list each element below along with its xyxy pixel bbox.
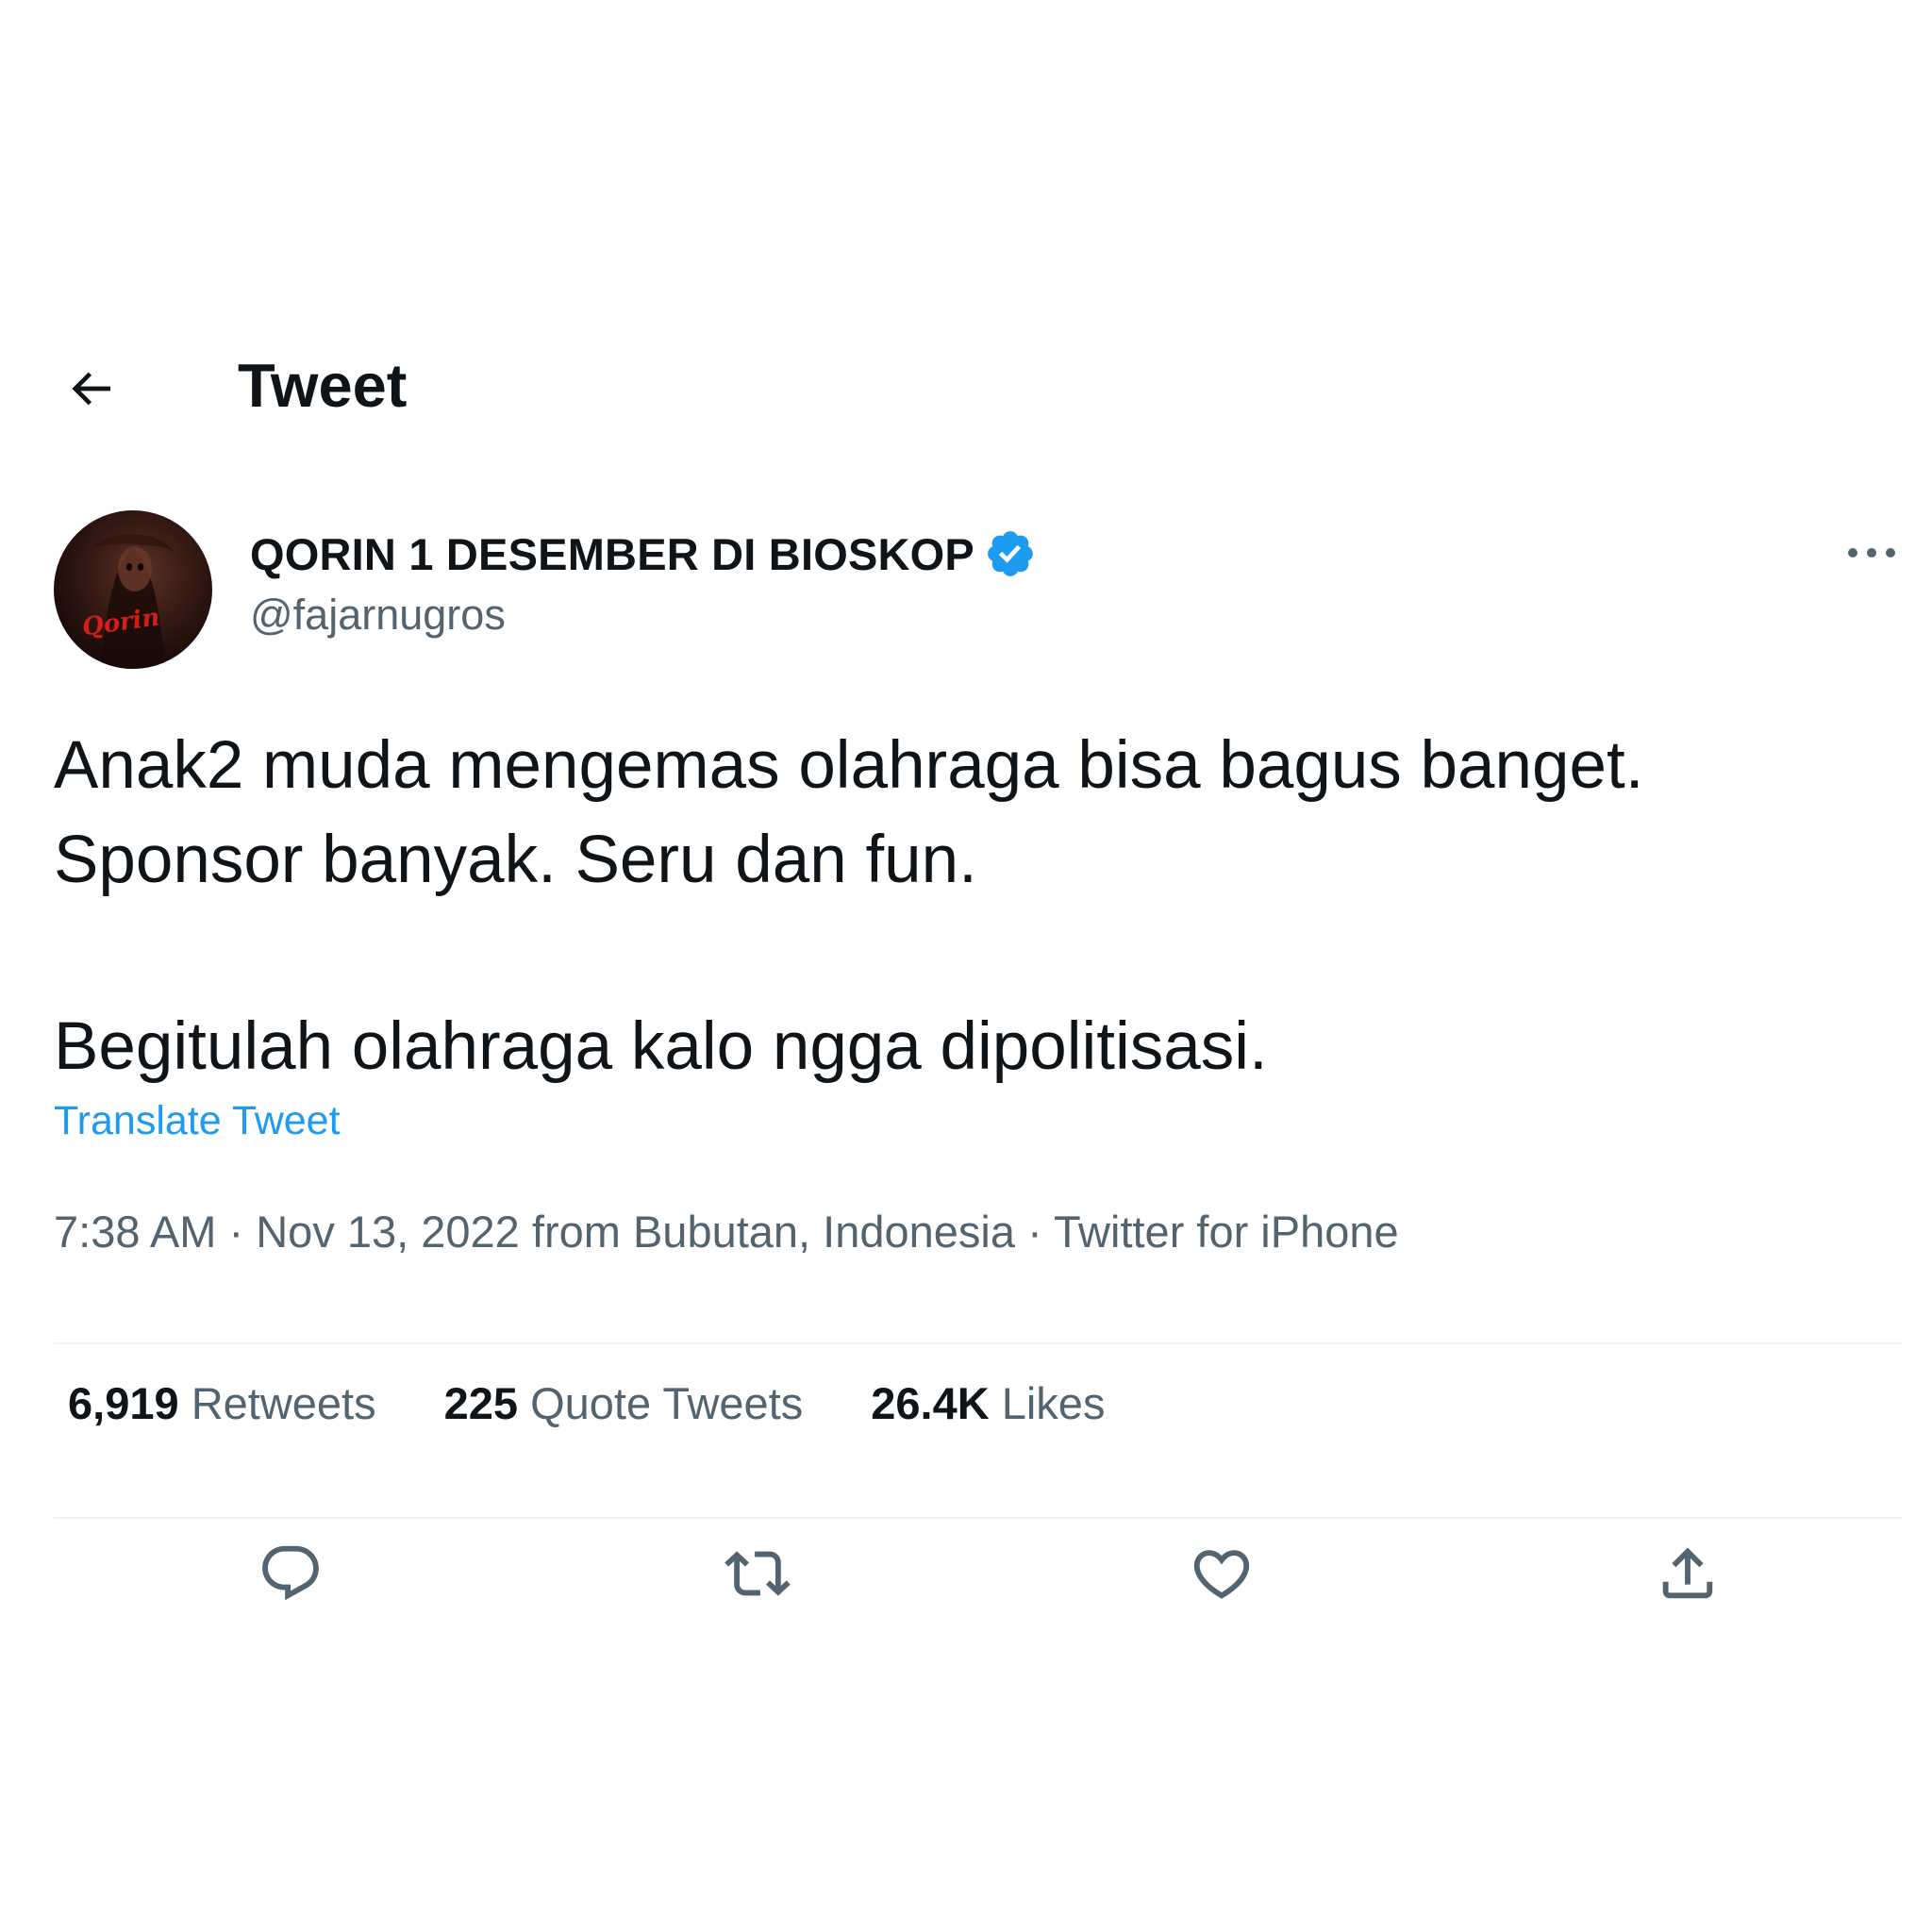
more-options-button[interactable] xyxy=(1840,525,1904,581)
author-handle[interactable]: @fajarnugros xyxy=(250,591,506,640)
tweet-line: Anak2 muda mengemas olahraga bisa bagus … xyxy=(54,728,1644,803)
meta-separator: · xyxy=(1015,1207,1054,1257)
location-prefix: from xyxy=(519,1207,633,1257)
translate-tweet-link[interactable]: Translate Tweet xyxy=(54,1098,341,1144)
quote-tweets-stat[interactable]: 225 Quote Tweets xyxy=(444,1377,804,1429)
retweets-count: 6,919 xyxy=(68,1378,179,1428)
divider xyxy=(54,1342,1903,1344)
quote-tweets-count: 225 xyxy=(443,1378,519,1428)
reply-button[interactable] xyxy=(253,1536,328,1611)
meta-separator: · xyxy=(216,1207,257,1257)
likes-label: Likes xyxy=(1001,1378,1106,1428)
tweet-source[interactable]: Twitter for iPhone xyxy=(1054,1207,1399,1257)
tweet-meta: 7:38 AM · Nov 13, 2022 from Bubutan, Ind… xyxy=(54,1206,1399,1257)
tweet-text: Anak2 muda mengemas olahraga bisa bagus … xyxy=(54,719,1903,1094)
tweet-time[interactable]: 7:38 AM xyxy=(54,1207,216,1257)
tweet-line: Begitulah olahraga kalo ngga dipolitisas… xyxy=(54,1009,1268,1084)
back-button[interactable] xyxy=(57,355,125,423)
avatar-figure xyxy=(92,534,175,669)
reply-icon xyxy=(258,1541,324,1607)
likes-stat[interactable]: 26.4K Likes xyxy=(871,1377,1105,1429)
author-name-row[interactable]: QORIN 1 DESEMBER DI BIOSKOP xyxy=(250,523,1037,585)
quote-tweets-label: Quote Tweets xyxy=(530,1378,804,1428)
divider xyxy=(54,1517,1903,1519)
share-button[interactable] xyxy=(1650,1536,1725,1611)
share-icon xyxy=(1655,1541,1721,1607)
like-button[interactable] xyxy=(1184,1536,1259,1611)
page-title: Tweet xyxy=(238,351,408,420)
retweet-button[interactable] xyxy=(720,1536,795,1611)
retweets-label: Retweets xyxy=(191,1378,376,1428)
tweet-stats: 6,919 Retweets 225 Quote Tweets 26.4K Li… xyxy=(68,1377,1173,1429)
like-icon xyxy=(1189,1541,1255,1607)
retweet-icon xyxy=(724,1541,791,1607)
verified-badge-icon xyxy=(984,527,1037,580)
author-display-name[interactable]: QORIN 1 DESEMBER DI BIOSKOP xyxy=(250,528,974,580)
avatar[interactable]: Qorin xyxy=(54,510,212,669)
likes-count: 26.4K xyxy=(871,1378,990,1428)
tweet-line: Sponsor banyak. Seru dan fun. xyxy=(54,823,977,897)
tweet-location[interactable]: Bubutan, Indonesia xyxy=(633,1207,1015,1257)
more-horizontal-icon xyxy=(1845,543,1898,562)
tweet-date[interactable]: Nov 13, 2022 xyxy=(256,1207,520,1257)
retweets-stat[interactable]: 6,919 Retweets xyxy=(68,1377,376,1429)
arrow-left-icon xyxy=(64,362,117,415)
